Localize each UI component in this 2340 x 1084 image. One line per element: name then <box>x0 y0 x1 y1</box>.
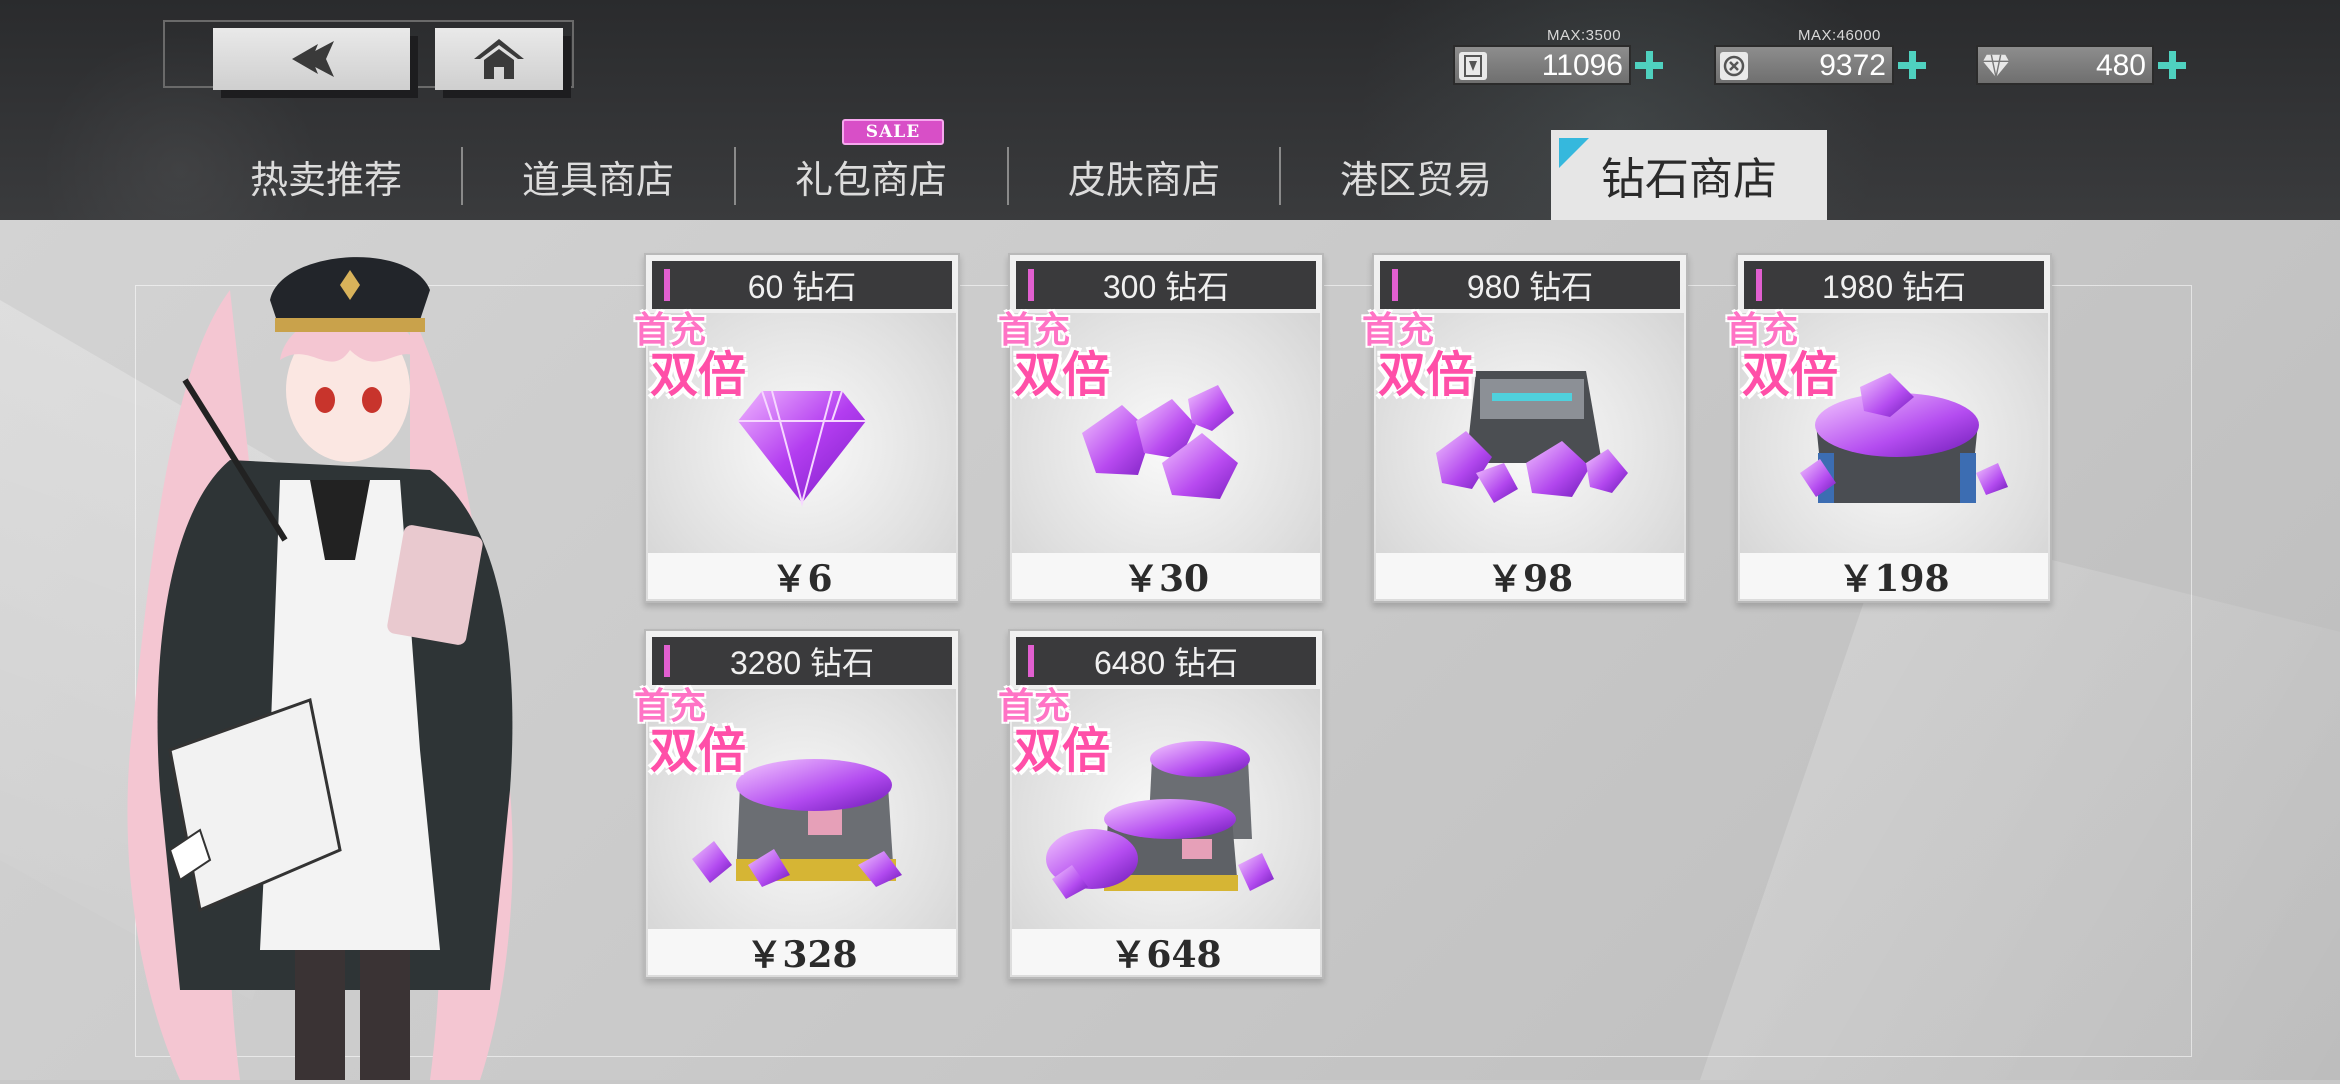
currency-gold: MAX:46000 9372 <box>1714 27 1934 85</box>
tab-port-trade[interactable]: 港区贸易 <box>1280 140 1552 212</box>
product-title-bar: 3280 钻石 <box>652 637 952 685</box>
product-title-bar: 1980 钻石 <box>1744 261 2044 309</box>
home-button[interactable] <box>435 28 563 90</box>
promo-line2: 双倍 <box>650 723 747 779</box>
currency-diamond: 480 <box>1976 45 2196 85</box>
currency-value: 480 <box>2095 49 2146 82</box>
coin-icon <box>1720 52 1748 80</box>
product-title: 6480 钻石 <box>1093 645 1239 681</box>
product-title: 300 钻石 <box>1102 269 1230 305</box>
tab-label: 港区贸易 <box>1339 157 1492 202</box>
tab-hot-sale[interactable]: 热卖推荐 <box>190 140 462 212</box>
currency-value: 11096 <box>1541 49 1623 82</box>
promo-line1: 首充 <box>998 686 1071 727</box>
tab-item-shop[interactable]: 道具商店 <box>462 140 734 212</box>
product-price: ￥328 <box>648 929 956 976</box>
currency-bar: 9372 <box>1714 45 1894 85</box>
promo-line2: 双倍 <box>1014 347 1111 403</box>
product-title: 60 钻石 <box>747 269 857 305</box>
currency-oil: MAX:3500 11096 <box>1453 27 1673 85</box>
tab-skin-shop[interactable]: 皮肤商店 <box>1008 140 1280 212</box>
product-title: 3280 钻石 <box>729 645 875 681</box>
product-title: 980 钻石 <box>1466 269 1594 305</box>
product-card-980[interactable]: 980 钻石 首充 双倍 ￥98 <box>1362 253 1688 603</box>
fuel-icon <box>1459 52 1487 80</box>
promo-line1: 首充 <box>998 310 1071 351</box>
product-price: ￥648 <box>1012 929 1320 976</box>
product-card-60[interactable]: 60 钻石 首充 双倍 ￥6 <box>634 253 960 603</box>
product-price: ￥98 <box>1376 553 1684 600</box>
currency-max-label: MAX:46000 <box>1798 27 1881 44</box>
diamond-icon <box>1982 52 2010 80</box>
product-title-bar: 980 钻石 <box>1380 261 1680 309</box>
sale-badge: SALE <box>826 118 960 146</box>
promo-line2: 双倍 <box>650 347 747 403</box>
product-card-3280[interactable]: 3280 钻石 首充 双倍 ￥328 <box>634 629 960 979</box>
currency-bar: 480 <box>1976 45 2154 85</box>
title-accent <box>1028 269 1034 301</box>
promo-line1: 首充 <box>634 686 707 727</box>
product-title-bar: 300 钻石 <box>1016 261 1316 309</box>
title-accent <box>1756 269 1762 301</box>
sale-badge-text: SALE <box>841 119 945 145</box>
currency-max-label: MAX:3500 <box>1547 27 1622 44</box>
first-charge-double-badge: 首充 双倍 <box>634 689 754 779</box>
add-diamond-button[interactable] <box>2156 49 2188 81</box>
shopkeeper-character <box>110 230 580 1080</box>
product-title-bar: 60 钻石 <box>652 261 952 309</box>
product-card-1980[interactable]: 1980 钻石 首充 双倍 ￥198 <box>1726 253 2052 603</box>
tab-label: 皮肤商店 <box>1067 157 1220 202</box>
top-bar: MAX:3500 11096 MAX:46000 9372 480 热卖推荐 道… <box>0 0 2340 220</box>
promo-line2: 双倍 <box>1742 347 1839 403</box>
title-accent <box>664 645 670 677</box>
product-price: ￥6 <box>648 553 956 600</box>
add-gold-button[interactable] <box>1896 49 1928 81</box>
tab-label: 热卖推荐 <box>249 157 402 202</box>
first-charge-double-badge: 首充 双倍 <box>1362 313 1482 403</box>
tab-diamond-shop[interactable]: 钻石商店 <box>1551 130 1827 220</box>
product-title: 1980 钻石 <box>1821 269 1967 305</box>
currency-value: 9372 <box>1819 49 1886 82</box>
tab-pack-shop[interactable]: 礼包商店 <box>735 140 1007 212</box>
title-accent <box>1392 269 1398 301</box>
add-oil-button[interactable] <box>1633 49 1665 81</box>
promo-line1: 首充 <box>1362 310 1435 351</box>
tab-label: 礼包商店 <box>794 157 947 202</box>
product-price: ￥30 <box>1012 553 1320 600</box>
back-button[interactable] <box>213 28 410 90</box>
promo-line1: 首充 <box>634 310 707 351</box>
product-card-300[interactable]: 300 钻石 首充 双倍 ￥30 <box>998 253 1324 603</box>
first-charge-double-badge: 首充 双倍 <box>1726 313 1846 403</box>
promo-line1: 首充 <box>1726 310 1799 351</box>
active-tab-corner <box>1559 138 1589 168</box>
currency-bar: 11096 <box>1453 45 1631 85</box>
first-charge-double-badge: 首充 双倍 <box>998 689 1118 779</box>
title-accent <box>664 269 670 301</box>
promo-line2: 双倍 <box>1014 723 1111 779</box>
promo-line2: 双倍 <box>1378 347 1475 403</box>
product-card-6480[interactable]: 6480 钻石 首充 双倍 ￥648 <box>998 629 1324 979</box>
first-charge-double-badge: 首充 双倍 <box>634 313 754 403</box>
home-icon <box>474 39 524 79</box>
tab-label: 道具商店 <box>521 157 674 202</box>
first-charge-double-badge: 首充 双倍 <box>998 313 1118 403</box>
tab-label: 钻石商店 <box>1601 154 1777 205</box>
product-price: ￥198 <box>1740 553 2048 600</box>
back-arrow-icon <box>290 41 334 77</box>
title-accent <box>1028 645 1034 677</box>
product-title-bar: 6480 钻石 <box>1016 637 1316 685</box>
